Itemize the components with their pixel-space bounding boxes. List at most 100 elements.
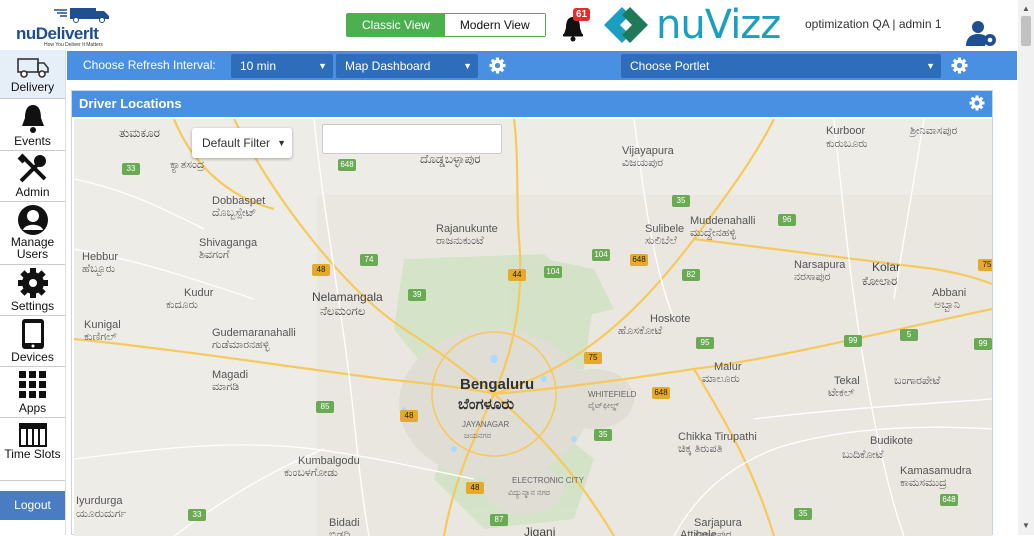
user-settings-icon[interactable] xyxy=(964,18,998,48)
map-place-label: ಚಿಕ್ಕ ತಿರುಪತಿ xyxy=(678,443,723,455)
map-place-label: Budikote xyxy=(870,435,913,447)
map-place-label: ಟೇಕಲ್ xyxy=(828,387,855,399)
map-place-label: Gudemaranahalli xyxy=(212,327,296,339)
user-icon xyxy=(17,205,48,235)
scroll-up-arrow-icon[interactable]: ▲ xyxy=(1022,4,1030,13)
map-filter-value: Default Filter xyxy=(202,136,271,150)
map-place-label: ಶ್ರೀನಿವಾಸಪುರ xyxy=(910,125,958,137)
highway-shield: 104 xyxy=(544,266,562,278)
map-place-label: Muddenahalli xyxy=(690,215,756,227)
page-scrollbar[interactable]: ▲ ▼ xyxy=(1018,0,1034,535)
driver-map[interactable]: ತುಮಕೂರ ಕ್ಯಾತಸಂದ್ರ Dobbaspet ದೊಬ್ಬಸ್ಪೇಟ್ Shiv… xyxy=(74,119,992,536)
map-place-label: Sulibele xyxy=(645,223,685,235)
brand-tagline: How You Deliver It Matters xyxy=(44,42,103,48)
map-place-label: ಹೊಸಕೋಟೆ xyxy=(618,325,663,337)
map-search-input[interactable] xyxy=(322,124,502,154)
map-place-label: Magadi xyxy=(212,369,249,381)
view-toggle: Classic View Modern View xyxy=(346,13,546,37)
map-place-label: ರಾಜನುಕುಂಟೆ xyxy=(436,235,484,247)
scrollbar-thumb[interactable] xyxy=(1021,16,1031,46)
sidebar-item-apps[interactable]: Apps xyxy=(0,367,65,418)
map-place-label: Tekal xyxy=(834,375,860,387)
sidebar-item-events[interactable]: Events xyxy=(0,100,65,151)
highway-shield: 48 xyxy=(466,482,484,494)
map-place-label: Shivaganga xyxy=(199,237,258,249)
map-place-label: ಮಾಗಡಿ xyxy=(212,381,240,393)
map-place-label: ಮಾಲೂರು xyxy=(702,373,740,385)
map-place-label: ಹೆಬ್ಬೂರು xyxy=(82,263,116,275)
map-place-label: Nelamangala xyxy=(312,290,383,304)
nuvizz-wordmark: nuVizz xyxy=(656,2,781,48)
sidebar-item-label: Devices xyxy=(11,350,54,364)
map-place-label: ಜಯನಗರ xyxy=(464,431,491,440)
map-place-label: Rajanukunte xyxy=(436,223,498,235)
portlet-select[interactable]: Choose Portlet ▼ xyxy=(621,54,941,78)
sidebar-item-devices[interactable]: Devices xyxy=(0,316,65,367)
portlet-gear-icon[interactable] xyxy=(951,57,968,74)
calendar-icon xyxy=(18,423,47,447)
sidebar-item-label: Delivery xyxy=(10,80,55,94)
chevron-down-icon: ▼ xyxy=(277,138,286,148)
map-place-label: Hebbur xyxy=(82,251,119,263)
map-place-label: Bengaluru xyxy=(460,376,535,393)
bell-icon xyxy=(21,105,44,133)
refresh-interval-select[interactable]: 10 min ▼ xyxy=(231,54,333,78)
highway-shield: 82 xyxy=(682,269,700,281)
highway-shield: 35 xyxy=(672,195,690,207)
map-place-label: ಕುಣಿಗಲ್ xyxy=(84,331,117,343)
map-place-label: Kudur xyxy=(184,287,214,299)
map-place-label: ವೈಟ್‌ಫೀಲ್ಡ್ xyxy=(588,401,619,410)
map-place-label: Dobbaspet xyxy=(212,195,266,207)
truck-icon xyxy=(16,58,49,78)
map-place-label: Hoskote xyxy=(650,313,691,325)
scroll-down-arrow-icon[interactable]: ▼ xyxy=(1022,521,1030,530)
nudeliverit-logo[interactable]: nuDeliverIt How You Deliver It Matters xyxy=(12,2,112,48)
map-filter-select[interactable]: Default Filter ▼ xyxy=(192,128,292,158)
driver-locations-portlet: Driver Locations ತುಮಕೂರ ಕ್ಯಾತಸಂದ್ರ Dobba… xyxy=(71,90,993,536)
map-place-label: ಶಿವಗಂಗೆ xyxy=(199,249,230,261)
sidebar-item-time-slots[interactable]: Time Slots xyxy=(0,418,65,481)
map-place-label: ಕುಂಬಳಗೋಡು xyxy=(284,467,338,479)
highway-shield: 44 xyxy=(508,269,526,281)
highway-shield: 33 xyxy=(188,509,206,521)
nuvizz-mark-icon xyxy=(604,7,648,43)
sidebar-item-manage-users[interactable]: Manage Users xyxy=(0,202,65,265)
modern-view-button[interactable]: Modern View xyxy=(444,14,545,36)
logout-button[interactable]: Logout xyxy=(0,491,65,520)
map-place-label: ನೆಲಮಂಗಲ xyxy=(320,304,366,318)
notification-count-badge: 61 xyxy=(573,8,591,21)
map-place-label: Kurboor xyxy=(826,125,866,137)
highway-shield: 648 xyxy=(338,159,356,171)
highway-shield: 648 xyxy=(652,387,670,399)
highway-shield: 648 xyxy=(940,494,958,506)
gear-icon xyxy=(17,268,48,298)
sidebar-item-settings[interactable]: Settings xyxy=(0,265,65,316)
highway-shield: 74 xyxy=(360,254,378,266)
dashboard-toolbar: Choose Refresh Interval: 10 min ▼ Map Da… xyxy=(67,51,1017,80)
portlet-title: Driver Locations xyxy=(79,96,182,111)
highway-shield: 99 xyxy=(974,338,992,350)
highway-shield: 85 xyxy=(316,401,334,413)
map-place-label: Abbani xyxy=(932,287,967,299)
highway-shield: 48 xyxy=(312,264,330,276)
map-place-label: Malur xyxy=(714,361,742,373)
sidebar-item-label: Admin xyxy=(15,185,50,199)
truck-logo-icon xyxy=(54,8,109,23)
dashboard-select[interactable]: Map Dashboard ▼ xyxy=(336,54,478,78)
portlet-settings-gear-icon[interactable] xyxy=(969,95,985,111)
highway-shield: 104 xyxy=(592,249,610,261)
dashboard-gear-icon[interactable] xyxy=(489,57,506,74)
map-place-label: ಅಬ್ಬಾನಿ xyxy=(934,299,961,311)
classic-view-button[interactable]: Classic View xyxy=(347,14,445,36)
map-place-label: ಮುದ್ದೇನಹಳ್ಳಿ xyxy=(690,227,737,239)
highway-shield: 95 xyxy=(696,337,714,349)
sidebar-item-admin[interactable]: Admin xyxy=(0,151,65,202)
map-place-label: ದೊಡ್ಡಬಳ್ಳಾಪುರ xyxy=(420,152,481,166)
sidebar-item-delivery[interactable]: Delivery xyxy=(0,50,65,99)
chevron-down-icon: ▼ xyxy=(463,61,472,71)
map-place-label: ನರಸಾಪುರ xyxy=(794,271,831,283)
highway-shield: 75 xyxy=(584,352,602,364)
user-label: optimization QA | admin 1 xyxy=(805,17,942,31)
highway-shield: 39 xyxy=(408,289,426,301)
map-place-label: ವಿದ್ಯುನ್ಮಾನ ನಗರ xyxy=(508,488,551,497)
